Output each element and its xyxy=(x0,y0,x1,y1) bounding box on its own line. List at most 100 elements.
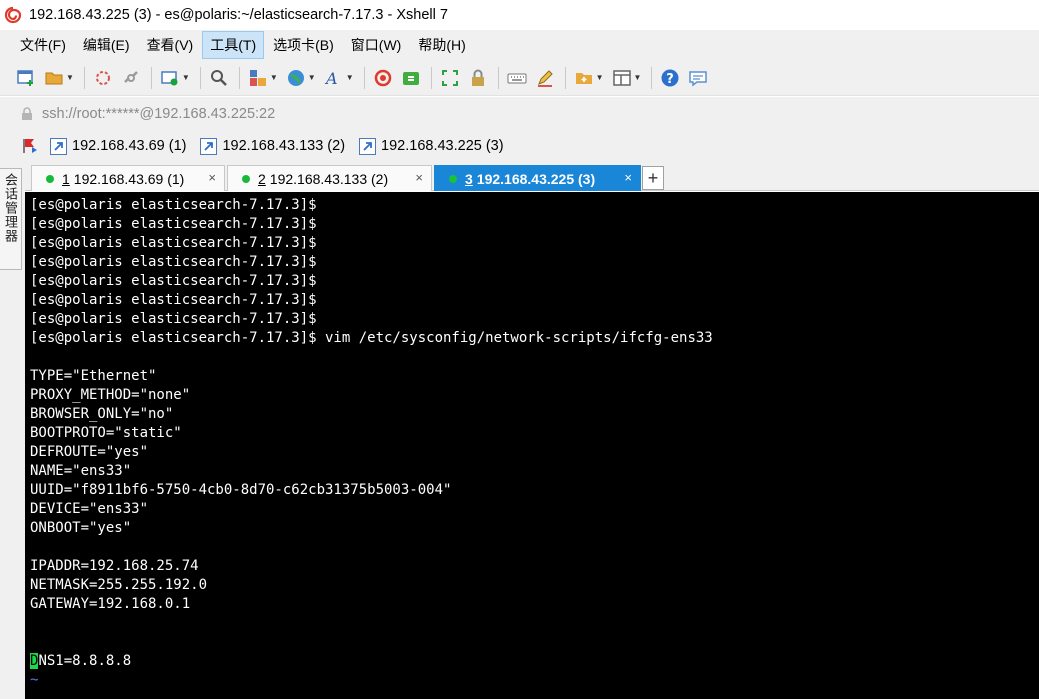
help-icon: ? xyxy=(660,68,680,88)
chevron-down-icon[interactable]: ▼ xyxy=(634,73,642,82)
link-session-2[interactable]: 192.168.43.133 (2) xyxy=(200,137,345,155)
xshell-button[interactable] xyxy=(373,65,393,91)
chevron-down-icon[interactable]: ▼ xyxy=(66,73,74,82)
settings-icon xyxy=(160,68,180,88)
xftp-icon xyxy=(401,68,421,88)
tab-number: 1 xyxy=(62,170,70,187)
layout-icon xyxy=(248,68,268,88)
keyboard-icon xyxy=(507,68,527,88)
connect-icon xyxy=(93,68,113,88)
close-icon[interactable]: × xyxy=(624,170,632,185)
close-icon[interactable]: × xyxy=(208,170,216,185)
xshell-icon xyxy=(373,68,393,88)
tab-number: 3 xyxy=(465,170,473,187)
connected-status-icon xyxy=(242,174,250,183)
toolbar-divider xyxy=(497,66,499,89)
menu-file[interactable]: 文件(F) xyxy=(12,31,74,59)
open-folder-button[interactable]: ▼ xyxy=(44,65,74,91)
menu-window[interactable]: 窗口(W) xyxy=(343,31,410,59)
toolbar: ▼ ▼ ▼ ▼ A ▼ ▼ ▼ ? xyxy=(0,60,1039,96)
xftp-button[interactable] xyxy=(401,65,421,91)
chevron-down-icon[interactable]: ▼ xyxy=(346,73,354,82)
terminal-line-text: NS1=8.8.8.8 xyxy=(38,653,132,669)
terminal-line: NETMASK=255.255.192.0 xyxy=(30,577,208,593)
svg-text:?: ? xyxy=(667,72,675,87)
chevron-down-icon[interactable]: ▼ xyxy=(182,73,190,82)
fullscreen-button[interactable] xyxy=(440,65,460,91)
terminal-line: IPADDR=192.168.25.74 xyxy=(30,558,199,574)
title-bar: 192.168.43.225 (3) - es@polaris:~/elasti… xyxy=(0,0,1039,30)
terminal-line: [es@polaris elasticsearch-7.17.3]$ xyxy=(30,273,317,289)
folder-add-icon xyxy=(574,68,594,88)
flag-icon[interactable] xyxy=(20,136,40,156)
terminal-line: GATEWAY=192.168.0.1 xyxy=(30,596,191,612)
tab-session-2[interactable]: 2 192.168.43.133 (2) × xyxy=(227,165,432,191)
font-button[interactable]: A ▼ xyxy=(324,65,354,91)
terminal-line: DEFROUTE="yes" xyxy=(30,444,149,460)
terminal-line: DEVICE="ens33" xyxy=(30,501,149,517)
connect-button[interactable] xyxy=(93,65,113,91)
shortcut-arrow-icon xyxy=(50,137,67,155)
disconnect-button[interactable] xyxy=(121,65,141,91)
link-session-1[interactable]: 192.168.43.69 (1) xyxy=(50,137,186,155)
chevron-down-icon[interactable]: ▼ xyxy=(308,73,316,82)
address-bar[interactable]: ssh://root:******@192.168.43.225:22 xyxy=(0,97,1039,131)
menu-tabs[interactable]: 选项卡(B) xyxy=(265,31,342,59)
terminal-line: TYPE="Ethernet" xyxy=(30,368,157,384)
help-button[interactable]: ? xyxy=(660,65,680,91)
connected-status-icon xyxy=(46,174,54,183)
tab-session-1[interactable]: 1 192.168.43.69 (1) × xyxy=(31,165,225,191)
tab-label: 192.168.43.133 (2) xyxy=(269,170,389,187)
disconnect-icon xyxy=(121,68,141,88)
menu-edit[interactable]: 编辑(E) xyxy=(75,31,138,59)
highlight-button[interactable] xyxy=(535,65,555,91)
fullscreen-icon xyxy=(440,68,460,88)
menu-help[interactable]: 帮助(H) xyxy=(410,31,473,59)
tab-session-3[interactable]: 3 192.168.43.225 (3) × xyxy=(434,165,641,191)
font-icon: A xyxy=(324,68,344,88)
terminal-line: NAME="ens33" xyxy=(30,463,132,479)
terminal-line: [es@polaris elasticsearch-7.17.3]$ vim /… xyxy=(30,330,713,346)
session-manager-tab[interactable]: 会话管理器 xyxy=(0,168,22,270)
new-folder-button[interactable]: ▼ xyxy=(574,65,604,91)
lock-button[interactable] xyxy=(468,65,488,91)
shortcut-arrow-icon xyxy=(200,137,218,155)
chevron-down-icon[interactable]: ▼ xyxy=(596,73,604,82)
window-icon xyxy=(612,68,632,88)
close-icon[interactable]: × xyxy=(415,170,423,185)
globe-button[interactable]: ▼ xyxy=(286,65,316,91)
toolbar-divider xyxy=(564,66,566,89)
window-layout-button[interactable]: ▼ xyxy=(612,65,642,91)
menu-tools[interactable]: 工具(T) xyxy=(202,31,265,59)
terminal-screen[interactable]: [es@polaris elasticsearch-7.17.3]$ [es@po… xyxy=(25,192,1039,699)
properties-button[interactable]: ▼ xyxy=(160,65,190,91)
link-session-3[interactable]: 192.168.43.225 (3) xyxy=(359,137,504,155)
new-session-button[interactable] xyxy=(16,65,36,91)
terminal-line: [es@polaris elasticsearch-7.17.3]$ xyxy=(30,254,317,270)
chat-button[interactable] xyxy=(688,65,708,91)
find-button[interactable] xyxy=(209,65,229,91)
chevron-down-icon[interactable]: ▼ xyxy=(270,73,278,82)
layout-button[interactable]: ▼ xyxy=(248,65,278,91)
terminal-line: [es@polaris elasticsearch-7.17.3]$ xyxy=(30,311,317,327)
menu-bar: 文件(F) 编辑(E) 查看(V) 工具(T) 选项卡(B) 窗口(W) 帮助(… xyxy=(0,30,1039,60)
terminal-line: UUID="f8911bf6-5750-4cb0-8d70-c62cb31375… xyxy=(30,482,452,498)
tab-bar: 1 192.168.43.69 (1) × 2 192.168.43.133 (… xyxy=(25,161,1039,191)
svg-text:A: A xyxy=(324,69,338,88)
keyboard-button[interactable] xyxy=(507,65,527,91)
shortcut-arrow-icon xyxy=(359,137,377,155)
toolbar-divider xyxy=(83,66,85,89)
menu-view[interactable]: 查看(V) xyxy=(139,31,202,59)
link-label: 192.168.43.225 (3) xyxy=(381,138,504,154)
xshell-logo-icon xyxy=(3,5,23,25)
terminal-line: BROWSER_ONLY="no" xyxy=(30,406,174,422)
lock-icon xyxy=(20,107,34,121)
session-manager-label: 会话管理器 xyxy=(3,173,18,243)
pen-icon xyxy=(535,68,555,88)
address-input[interactable]: ssh://root:******@192.168.43.225:22 xyxy=(42,106,275,122)
toolbar-divider xyxy=(651,66,653,89)
new-tab-button[interactable]: + xyxy=(642,166,664,190)
terminal-line: BOOTPROTO="static" xyxy=(30,425,182,441)
